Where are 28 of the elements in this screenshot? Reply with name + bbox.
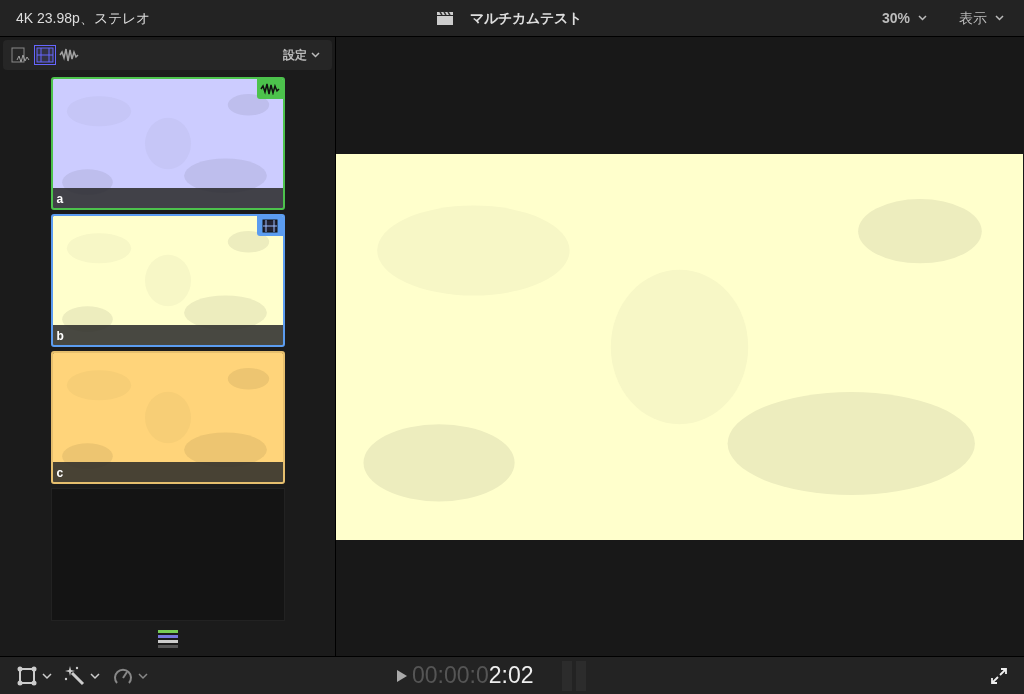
angle-viewer[interactable]: a [50, 77, 285, 210]
angle-label: c [52, 462, 283, 482]
caret-icon [918, 15, 927, 21]
format-label: 4K 23.98p、ステレオ [16, 8, 151, 28]
waveform-icon [256, 79, 283, 99]
magic-wand-icon[interactable] [64, 664, 86, 687]
view-menu[interactable]: 表示 [955, 7, 1008, 29]
caret-icon [995, 15, 1004, 21]
project-title: マルチカムテスト [470, 8, 582, 28]
audio-video-icon[interactable] [11, 46, 31, 64]
film-icon [256, 216, 283, 236]
waveform-icon[interactable] [59, 46, 79, 64]
fullscreen-icon[interactable] [990, 666, 1008, 685]
crop-icon[interactable] [16, 664, 38, 687]
play-icon[interactable] [396, 668, 408, 683]
caret-icon[interactable] [42, 671, 52, 680]
caret-icon [311, 52, 320, 58]
angle-viewer[interactable]: b [50, 214, 285, 347]
angle-label: a [52, 188, 283, 208]
film-icon[interactable] [35, 46, 55, 64]
clapperboard-icon [436, 11, 454, 25]
caret-icon[interactable] [90, 671, 100, 680]
angle-label: b [52, 325, 283, 345]
angle-viewer[interactable]: c [50, 351, 285, 484]
zoom-dropdown[interactable]: 30% [877, 7, 931, 29]
stacked-layers-icon[interactable] [157, 630, 178, 648]
settings-dropdown[interactable]: 設定 [279, 46, 324, 64]
caret-icon[interactable] [138, 671, 148, 680]
